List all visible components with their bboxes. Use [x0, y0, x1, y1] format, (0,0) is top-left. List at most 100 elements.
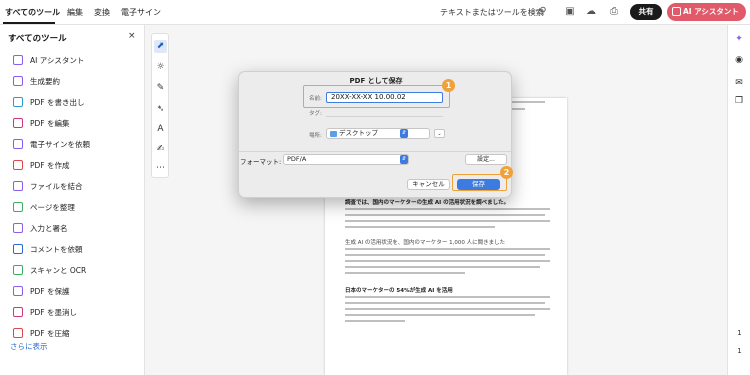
step2-badge: 2 — [500, 166, 513, 179]
format-stepper-icon[interactable]: ⇵ — [400, 155, 408, 164]
doc-text-line — [345, 272, 465, 274]
lasso-icon[interactable]: ➴ — [154, 103, 167, 116]
doc-text-line — [345, 266, 540, 268]
sidebar-item-compress-pdf[interactable]: PDF を圧縮 — [13, 327, 138, 341]
comment-icon — [13, 244, 23, 254]
sidebar-item-label: ページを整理 — [30, 203, 75, 212]
sidebar-item-label: ファイルを結合 — [30, 182, 83, 191]
doc-text-line — [345, 260, 550, 262]
doc-text-line — [345, 220, 550, 222]
edit-pdf-icon — [13, 118, 23, 128]
signature-icon[interactable]: ✍ — [154, 143, 167, 156]
sidebar-item-label: PDF を保護 — [30, 287, 70, 296]
sidebar-item-label: PDF を編集 — [30, 119, 70, 128]
summary-icon — [13, 76, 23, 86]
sidebar-item-combine-files[interactable]: ファイルを結合 — [13, 180, 138, 194]
text-box-icon[interactable]: A — [154, 123, 167, 136]
doc-text-line — [345, 296, 550, 298]
sidebar-item-label: コメントを依頼 — [30, 245, 83, 254]
menu-convert[interactable]: 変換 — [94, 7, 110, 18]
doc-text-line — [345, 302, 545, 304]
sidebar-item-label: PDF を書き出し — [30, 98, 85, 107]
tag-input[interactable] — [326, 109, 443, 117]
combine-files-icon — [13, 181, 23, 191]
protect-icon — [13, 286, 23, 296]
show-more-link[interactable]: さらに表示 — [10, 341, 48, 352]
print-icon[interactable]: ⎙ — [608, 6, 620, 18]
organize-pages-icon — [13, 202, 23, 212]
sidebar-item-create-pdf[interactable]: PDF を作成 — [13, 159, 138, 173]
doc-paragraph: 調査では、国内のマーケターの生成 AI の活用状況を調べました。 — [345, 200, 510, 206]
location-value: デスクトップ — [339, 129, 378, 137]
close-icon[interactable]: × — [128, 31, 136, 41]
menu-edit[interactable]: 編集 — [67, 7, 83, 18]
sidebar-item-label: 入力と署名 — [30, 224, 68, 233]
doc-text-line — [345, 248, 550, 250]
current-page-number: 1 — [737, 329, 742, 337]
sidebar-item-request-esign[interactable]: 電子サインを依頼 — [13, 138, 138, 152]
cloud-upload-icon[interactable]: ☁ — [585, 6, 597, 18]
ai-assistant-label: AI アシスタント — [683, 7, 739, 16]
doc-text-line — [345, 314, 535, 316]
comments-panel-icon[interactable]: ✉ — [733, 77, 745, 89]
fill-sign-icon — [13, 223, 23, 233]
format-label: フォーマット: — [240, 158, 282, 166]
step2-highlight — [452, 174, 507, 191]
sidebar-item-edit-pdf[interactable]: PDF を編集 — [13, 117, 138, 131]
select-cursor-icon[interactable]: ⬈ — [154, 40, 167, 53]
search-tools-label[interactable]: テキストまたはツールを検索 — [440, 7, 544, 18]
location-stepper-icon[interactable]: ⇵ — [400, 129, 408, 138]
sidebar-item-redact-pdf[interactable]: PDF を墨消し — [13, 306, 138, 320]
sidebar-title: すべてのツール — [8, 34, 67, 44]
compress-icon — [13, 328, 23, 338]
doc-heading: 日本のマーケターの 54%が生成 AI を活用 — [345, 288, 453, 294]
menu-esign[interactable]: 電子サイン — [121, 7, 161, 18]
sidebar-item-generative-summary[interactable]: 生成要約 — [13, 75, 138, 89]
save-icon[interactable]: ▣ — [564, 6, 576, 18]
more-tools-icon[interactable]: ⋯ — [154, 162, 167, 175]
step1-highlight — [303, 85, 450, 108]
menu-all-tools[interactable]: すべてのツール — [5, 7, 60, 18]
create-pdf-icon — [13, 160, 23, 170]
ai-assistant-button[interactable]: AI アシスタント — [667, 3, 746, 21]
location-label: 場所: — [309, 133, 322, 139]
doc-text-line — [345, 320, 405, 322]
doc-paragraph: 生成 AI の活用状況を、国内のマーケター 1,000 人に聞きました — [345, 240, 506, 246]
search-icon[interactable]: ⚲ — [537, 6, 549, 18]
all-tools-sidebar: すべてのツール × AI アシスタント 生成要約 PDF を書き出し PDF を… — [0, 25, 145, 375]
step1-badge: 1 — [442, 79, 455, 92]
sidebar-item-protect-pdf[interactable]: PDF を保護 — [13, 285, 138, 299]
doc-text-line — [345, 254, 545, 256]
doc-text-line — [345, 214, 545, 216]
ai-chat-icon[interactable]: ✦ — [733, 33, 745, 45]
sidebar-item-label: 電子サインを依頼 — [30, 140, 90, 149]
doc-text-line — [345, 226, 495, 228]
scan-icon — [13, 265, 23, 275]
location-select[interactable]: デスクトップ — [326, 128, 430, 139]
sidebar-item-scan-ocr[interactable]: スキャンと OCR — [13, 264, 138, 278]
pages-panel-icon[interactable]: ❐ — [733, 95, 745, 107]
comment-add-icon[interactable]: ☼ — [154, 61, 167, 74]
doc-text-line — [345, 208, 550, 210]
cancel-button[interactable]: キャンセル — [407, 179, 450, 190]
sidebar-item-fill-sign[interactable]: 入力と署名 — [13, 222, 138, 236]
sidebar-item-organize-pages[interactable]: ページを整理 — [13, 201, 138, 215]
top-menu-bar: すべてのツール 編集 変換 電子サイン テキストまたはツールを検索 ⚲ ▣ ☁ … — [0, 0, 750, 25]
doc-text-line — [345, 308, 550, 310]
redact-icon — [13, 307, 23, 317]
sidebar-item-request-comments[interactable]: コメントを依頼 — [13, 243, 138, 257]
format-select[interactable]: PDF/A — [283, 154, 409, 165]
expand-chevron-icon[interactable]: ⌄ — [434, 129, 445, 138]
sidebar-item-export-pdf[interactable]: PDF を書き出し — [13, 96, 138, 110]
export-pdf-icon — [13, 97, 23, 107]
bookmark-icon[interactable]: ◉ — [733, 54, 745, 66]
sidebar-item-label: スキャンと OCR — [30, 266, 87, 275]
pen-icon[interactable]: ✎ — [154, 82, 167, 95]
share-button[interactable]: 共有 — [630, 4, 662, 20]
right-panel: ✦ ◉ ✉ ❐ 1 1 — [727, 25, 750, 375]
sidebar-item-label: 生成要約 — [30, 77, 60, 86]
settings-button[interactable]: 設定... — [465, 154, 507, 165]
annotation-toolbar: ⬈ ☼ ✎ ➴ A ✍ ⋯ — [151, 33, 169, 178]
sidebar-item-ai-assistant[interactable]: AI アシスタント — [13, 54, 138, 68]
total-page-number: 1 — [737, 347, 742, 355]
